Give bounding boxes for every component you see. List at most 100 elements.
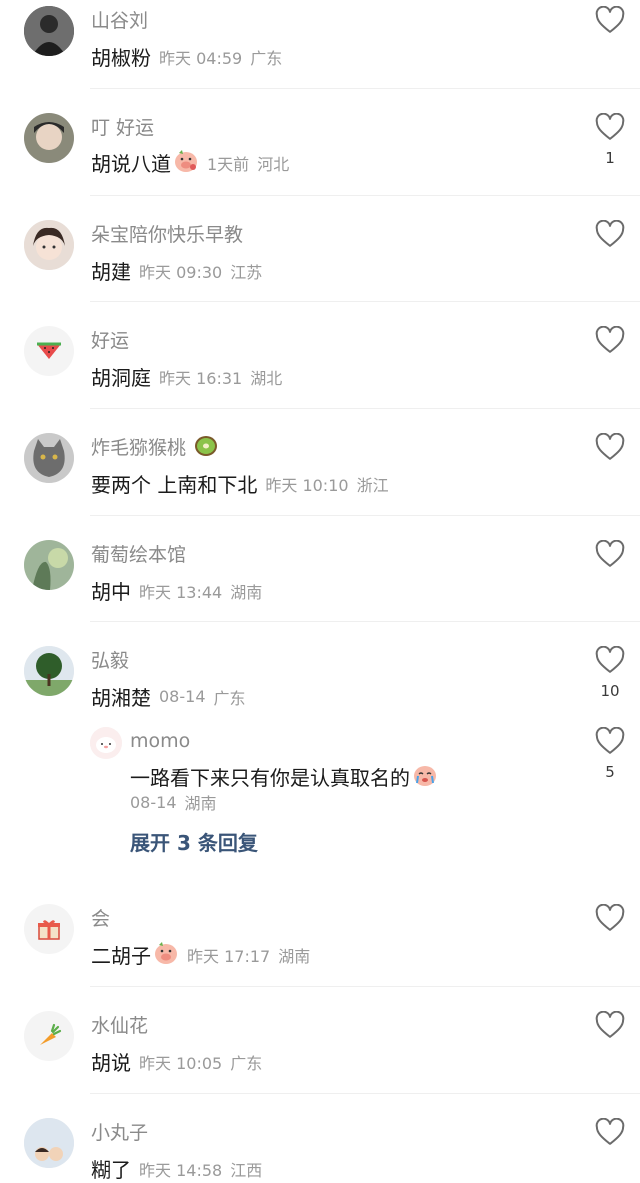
comment-line: 胡湘楚 08-14 广东 (91, 682, 246, 711)
heart-outline-icon (595, 433, 625, 460)
comment-line: 糊了 昨天 14:58 江西 (91, 1154, 262, 1183)
heart-outline-icon (595, 727, 625, 754)
username[interactable]: 水仙花 (91, 1011, 148, 1038)
divider (90, 408, 640, 409)
username[interactable]: 小丸子 (91, 1118, 148, 1145)
divider (90, 1093, 640, 1094)
reply-line: 一路看下来只有你是认真取名的 (130, 762, 438, 791)
user-avatar[interactable] (24, 1011, 74, 1061)
comment-text: 糊了 (91, 1158, 131, 1182)
comment-time: 昨天 04:59 (159, 48, 243, 68)
username[interactable]: 山谷刘 (91, 6, 148, 33)
comment-region: 江苏 (230, 262, 263, 282)
comment-time: 1天前 (207, 154, 250, 174)
divider (90, 986, 640, 987)
like-button[interactable] (594, 326, 626, 354)
comment-line: 胡说 昨天 10:05 广东 (91, 1047, 262, 1076)
comment-line: 要两个 上南和下北 昨天 10:10 浙江 (91, 469, 389, 498)
like-count: 10 (600, 682, 620, 700)
crying-face-emoji (412, 763, 438, 791)
comment-time: 08-14 (159, 687, 206, 706)
comment-text: 胡中 (91, 580, 131, 604)
like-count: 1 (605, 149, 615, 167)
heart-outline-icon (595, 326, 625, 353)
reply-time: 08-14 (130, 792, 177, 812)
like-button[interactable] (594, 646, 626, 674)
comment-region: 广东 (230, 1053, 263, 1073)
user-avatar[interactable] (24, 6, 74, 56)
comment-line: 胡椒粉 昨天 04:59 广东 (91, 42, 282, 71)
expand-replies-button[interactable]: 展开 3 条回复 (130, 827, 258, 856)
reply-like-count: 5 (605, 763, 615, 781)
comment-region: 湖南 (278, 946, 311, 966)
comment-line: 二胡子 昨天 17:17 湖南 (91, 940, 310, 969)
comment-text: 胡说八道 (91, 152, 171, 176)
comment-time: 昨天 13:44 (139, 582, 223, 602)
comment-text: 胡湘楚 (91, 686, 151, 710)
username[interactable]: 葡萄绘本馆 (91, 540, 186, 567)
user-avatar[interactable] (24, 904, 74, 954)
like-button[interactable] (594, 904, 626, 932)
like-button[interactable] (594, 1118, 626, 1146)
divider (90, 195, 640, 196)
comment-time: 昨天 17:17 (187, 946, 271, 966)
reply-username[interactable]: momo (130, 730, 190, 752)
comment-region: 湖南 (230, 582, 263, 602)
reply-like-button[interactable] (594, 727, 626, 755)
comment-time: 昨天 14:58 (139, 1160, 223, 1180)
gift-icon (38, 920, 60, 940)
comment-text: 胡建 (91, 260, 131, 284)
comment-region: 浙江 (356, 475, 389, 495)
like-button[interactable] (594, 6, 626, 34)
comment-line: 胡建 昨天 09:30 江苏 (91, 256, 262, 285)
reply-text: 一路看下来只有你是认真取名的 (130, 766, 410, 790)
comment-time: 昨天 10:05 (139, 1053, 223, 1073)
heart-outline-icon (595, 1011, 625, 1038)
heart-outline-icon (595, 1118, 625, 1145)
reply-region: 湖南 (184, 794, 217, 813)
comment-region: 广东 (213, 688, 246, 708)
username[interactable]: 好运 (91, 326, 129, 353)
watermelon-icon (37, 342, 61, 359)
comment-text: 胡洞庭 (91, 366, 151, 390)
comment-time: 昨天 16:31 (159, 368, 243, 388)
username[interactable]: 会 (91, 904, 110, 931)
user-avatar[interactable] (24, 433, 74, 483)
comment-text: 二胡子 (91, 944, 151, 968)
user-avatar[interactable] (24, 646, 74, 696)
user-avatar[interactable] (24, 540, 74, 590)
reply-avatar[interactable] (90, 727, 122, 759)
like-button[interactable] (594, 220, 626, 248)
divider (90, 621, 640, 622)
username[interactable]: 朵宝陪你快乐早教 (91, 220, 243, 247)
heart-outline-icon (595, 220, 625, 247)
like-button[interactable] (594, 1011, 626, 1039)
heart-outline-icon (595, 904, 625, 931)
pig-face-emoji (153, 941, 179, 969)
kiwi-emoji (194, 435, 218, 462)
comment-line: 胡说八道 1天前 河北 (91, 148, 289, 177)
like-button[interactable] (594, 433, 626, 461)
username[interactable]: 炸毛猕猴桃 (91, 433, 218, 462)
username[interactable]: 弘毅 (91, 646, 129, 673)
heart-outline-icon (595, 540, 625, 567)
comment-text: 胡说 (91, 1051, 131, 1075)
user-avatar[interactable] (24, 113, 74, 163)
comment-region: 广东 (250, 48, 283, 68)
comment-text: 要两个 上南和下北 (91, 473, 258, 497)
comment-region: 江西 (230, 1160, 263, 1180)
heart-outline-icon (595, 646, 625, 673)
username[interactable]: 叮 好运 (91, 113, 154, 140)
comment-text: 胡椒粉 (91, 46, 151, 70)
user-avatar[interactable] (24, 220, 74, 270)
like-button[interactable] (594, 113, 626, 141)
username-text: 炸毛猕猴桃 (91, 437, 187, 459)
user-avatar[interactable] (24, 1118, 74, 1168)
heart-outline-icon (595, 6, 625, 33)
comment-line: 胡洞庭 昨天 16:31 湖北 (91, 362, 282, 391)
user-avatar[interactable] (24, 326, 74, 376)
heart-outline-icon (595, 113, 625, 140)
comment-time: 昨天 10:10 (265, 475, 349, 495)
like-button[interactable] (594, 540, 626, 568)
comment-line: 胡中 昨天 13:44 湖南 (91, 576, 262, 605)
